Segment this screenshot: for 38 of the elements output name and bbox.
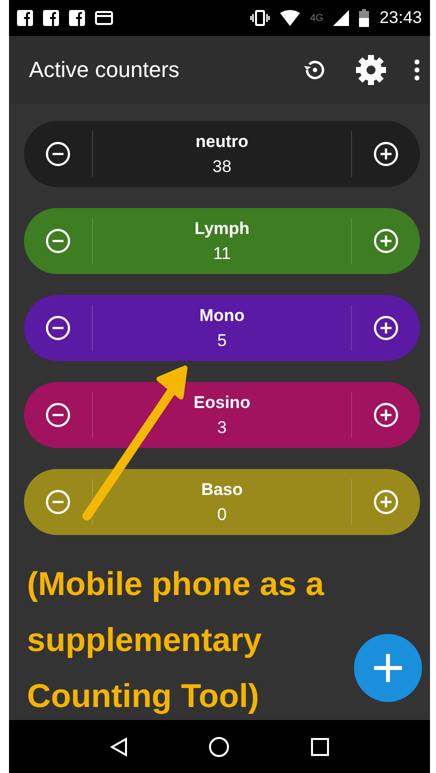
plus-icon [373, 141, 399, 167]
plus-icon [371, 651, 405, 685]
counter-value: 0 [217, 504, 227, 524]
facebook-icon [17, 10, 33, 26]
minus-icon [45, 228, 71, 254]
screen-title: Active counters [29, 57, 180, 83]
minus-icon [45, 489, 71, 515]
plus-icon [373, 315, 399, 341]
annotation-text: (Mobile phone as a supplementary Counting Tool) [27, 564, 326, 716]
wifi-icon [280, 10, 300, 26]
plus-icon [373, 402, 399, 428]
counter-name: Mono [199, 306, 245, 326]
counter-name: Eosino [194, 392, 250, 412]
counter-value: 11 [213, 244, 231, 264]
facebook-icon [69, 10, 85, 26]
counter-name: neutro [196, 132, 248, 152]
plus-icon [373, 489, 399, 515]
recents-icon[interactable] [310, 736, 330, 756]
facebook-icon [43, 10, 59, 26]
minus-icon [45, 402, 71, 428]
more-menu-icon[interactable] [414, 59, 420, 81]
network-type: 4G [310, 12, 324, 24]
minus-icon [45, 141, 71, 167]
counter-name: Baso [201, 480, 243, 500]
vibrate-icon [250, 10, 270, 26]
settings-icon[interactable] [354, 53, 388, 87]
clock-time: 23:43 [379, 8, 422, 28]
back-icon[interactable] [108, 736, 129, 756]
card-icon [95, 11, 113, 25]
counter-value: 38 [212, 156, 232, 176]
plus-icon [373, 228, 399, 254]
minus-icon [45, 315, 71, 341]
counter-value: 5 [217, 330, 227, 350]
home-icon[interactable] [208, 736, 230, 758]
counter-value: 3 [217, 418, 227, 438]
battery-icon [359, 9, 370, 27]
signal-icon [333, 10, 350, 26]
counter-name: Lymph [194, 218, 250, 238]
